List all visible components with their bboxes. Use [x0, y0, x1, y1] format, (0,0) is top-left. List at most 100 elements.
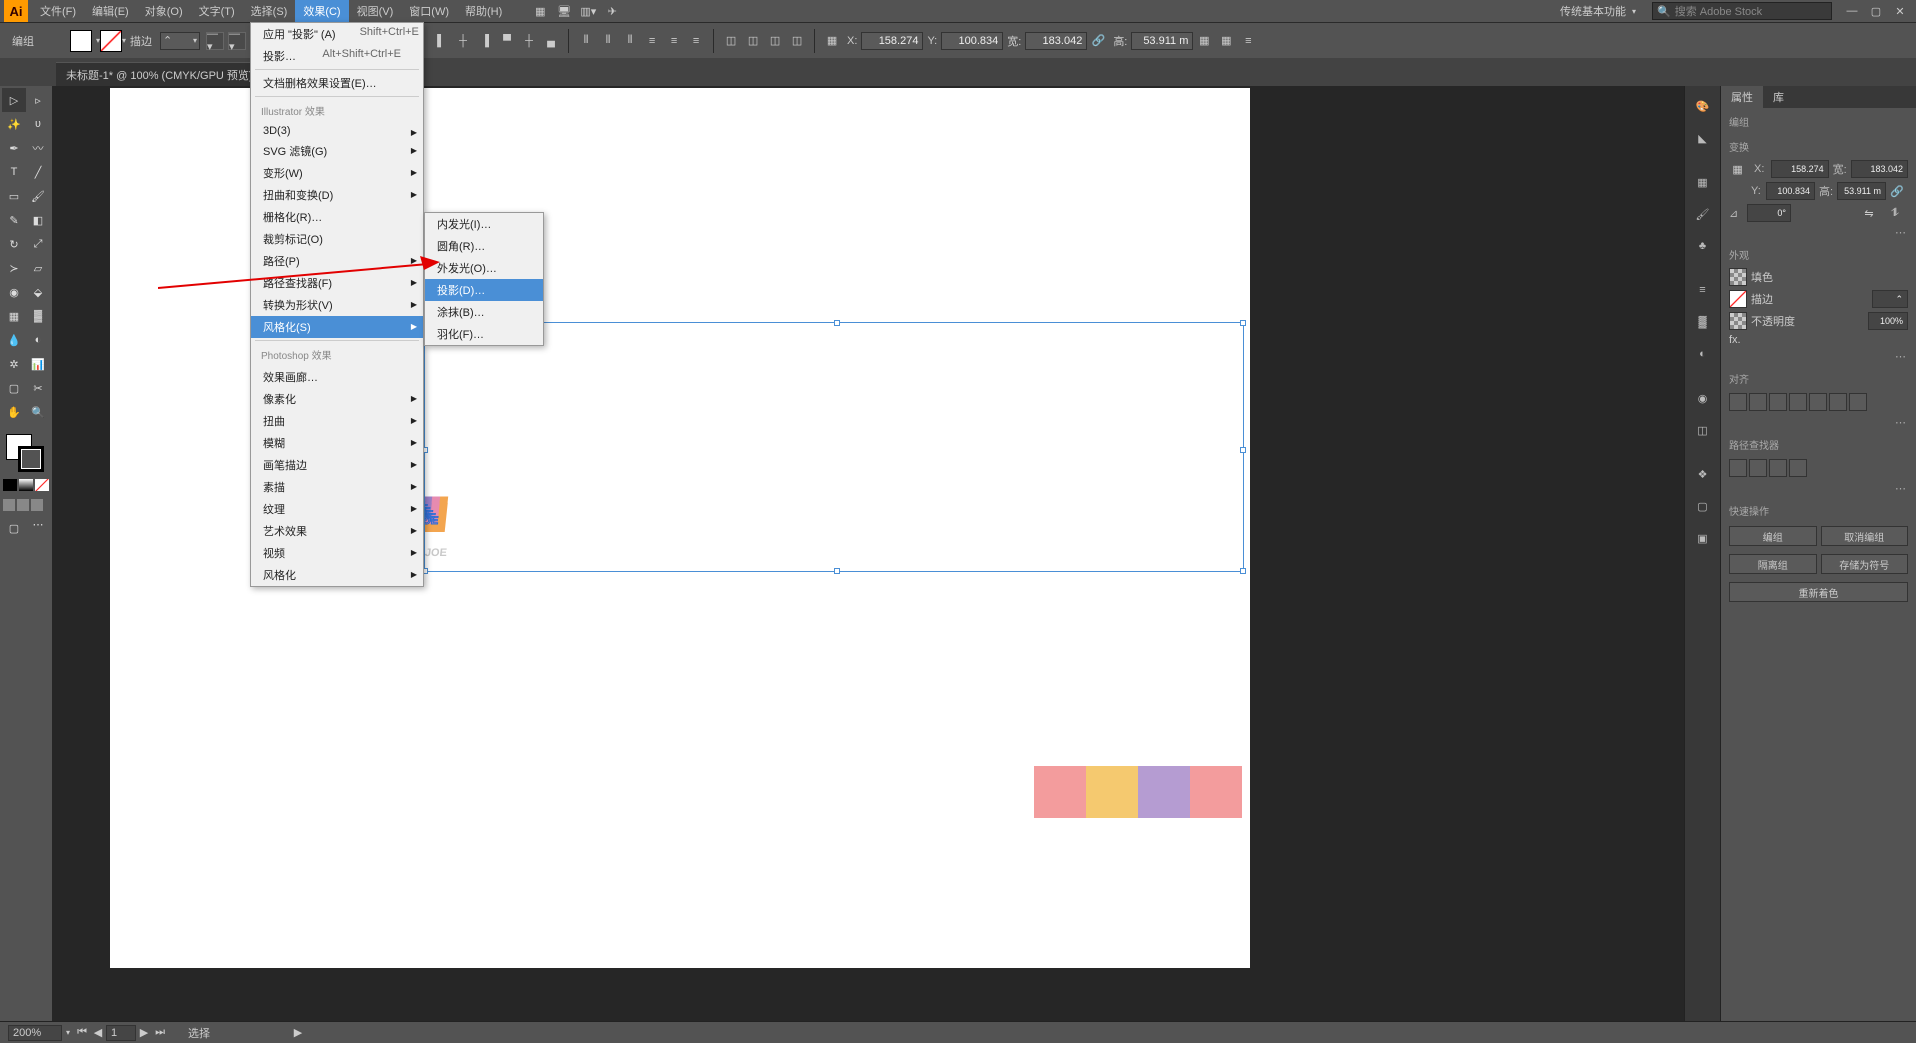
pathfinder-4-icon[interactable]: ◫ — [788, 32, 806, 50]
mi-video[interactable]: 视频▶ — [251, 542, 423, 564]
brushes-panel-icon[interactable]: 🖌 — [1689, 200, 1717, 228]
btn-ungroup[interactable]: 取消编组 — [1821, 526, 1909, 546]
opacity-box[interactable] — [1729, 312, 1747, 330]
distribute-vb-icon[interactable]: ≡ — [687, 32, 705, 50]
mi-crop-marks[interactable]: 裁剪标记(O) — [251, 228, 423, 250]
mi-outer-glow[interactable]: 外发光(O)… — [425, 257, 543, 279]
distribute-hr-icon[interactable]: ⫴ — [621, 32, 639, 50]
stroke-weight-field[interactable]: ⌃▾ — [160, 32, 200, 50]
appearance-more[interactable]: ⋯ — [1721, 348, 1916, 365]
mi-artistic[interactable]: 艺术效果▶ — [251, 520, 423, 542]
prop-h[interactable]: 53.911 m — [1837, 182, 1886, 200]
workspace-selector[interactable]: 传统基本功能▾ — [1552, 3, 1644, 19]
align-vcenter-icon[interactable]: ┼ — [520, 32, 538, 50]
artboard-prev-icon[interactable]: ◀ — [90, 1026, 106, 1039]
artboard-num[interactable]: 1 — [106, 1025, 136, 1041]
type-tool[interactable]: T — [2, 160, 26, 184]
panel-toggle-3[interactable]: ≡ — [1239, 32, 1257, 50]
shaper-tool[interactable]: ✎ — [2, 208, 26, 232]
align-top-icon[interactable]: ▀ — [498, 32, 516, 50]
status-play-icon[interactable]: ▶ — [290, 1026, 306, 1039]
menu-edit[interactable]: 编辑(E) — [84, 0, 137, 22]
btn-recolor[interactable]: 重新着色 — [1729, 582, 1908, 602]
mi-distort2[interactable]: 扭曲▶ — [251, 410, 423, 432]
mi-pathfinder[interactable]: 路径查找器(F)▶ — [251, 272, 423, 294]
mi-scribble[interactable]: 涂抹(B)… — [425, 301, 543, 323]
prop-rotation[interactable]: 0° — [1747, 204, 1791, 222]
x-field[interactable]: 158.274 — [861, 32, 923, 50]
menu-object[interactable]: 对象(O) — [137, 0, 191, 22]
menu-view[interactable]: 视图(V) — [349, 0, 402, 22]
gradient-tool[interactable]: ▓ — [26, 304, 50, 328]
btn-isolate[interactable]: 隔离组 — [1729, 554, 1817, 574]
mi-inner-glow[interactable]: 内发光(I)… — [425, 213, 543, 235]
edit-toolbar-icon[interactable]: ⋯ — [26, 512, 50, 536]
color-panel-icon[interactable]: 🎨 — [1689, 92, 1717, 120]
color-guide-icon[interactable]: ◣ — [1689, 124, 1717, 152]
pathfinder-3-icon[interactable]: ◫ — [766, 32, 784, 50]
mi-feather[interactable]: 羽化(F)… — [425, 323, 543, 345]
eyedropper-tool[interactable]: 💧 — [2, 328, 26, 352]
lasso-tool[interactable]: ʋ — [26, 112, 50, 136]
distribute-h-icon[interactable]: ⫴ — [577, 32, 595, 50]
align-r[interactable] — [1769, 393, 1787, 411]
menu-select[interactable]: 选择(S) — [243, 0, 296, 22]
pathfinder-more[interactable]: ⋯ — [1721, 480, 1916, 497]
align-hc[interactable] — [1749, 393, 1767, 411]
magic-wand-tool[interactable]: ✨ — [2, 112, 26, 136]
mi-stylize[interactable]: 风格化(S)▶ — [251, 316, 423, 338]
mi-distort[interactable]: 扭曲和变换(D)▶ — [251, 184, 423, 206]
menu-window[interactable]: 窗口(W) — [401, 0, 457, 22]
mi-fx-gallery[interactable]: 效果画廊… — [251, 366, 423, 388]
mi-stylize2[interactable]: 风格化▶ — [251, 564, 423, 586]
btn-save-symbol[interactable]: 存储为符号 — [1821, 554, 1909, 574]
artboard-next-icon[interactable]: ▶ — [136, 1026, 152, 1039]
y-field[interactable]: 100.834 — [941, 32, 1003, 50]
artboard-tool[interactable]: ▢ — [2, 376, 26, 400]
color-mode-row[interactable] — [2, 478, 50, 492]
align-t[interactable] — [1789, 393, 1807, 411]
window-minimize[interactable]: — — [1840, 5, 1864, 17]
stock-search[interactable]: 🔍搜索 Adobe Stock — [1652, 2, 1832, 20]
arrange-docs-icon[interactable]: ▦ — [528, 5, 552, 18]
selection-bounding-box[interactable] — [424, 322, 1244, 572]
artboards-panel-icon[interactable]: ▣ — [1689, 524, 1717, 552]
opacity-label-p[interactable]: 不透明度 — [1751, 313, 1795, 329]
paintbrush-tool[interactable]: 🖌 — [26, 184, 50, 208]
align-right-icon[interactable]: ▐ — [476, 32, 494, 50]
w-field[interactable]: 183.042 — [1025, 32, 1087, 50]
ref-point-icon[interactable]: ▦ — [1729, 160, 1746, 178]
draw-mode-icons[interactable] — [2, 498, 50, 512]
tab-properties[interactable]: 属性 — [1721, 86, 1763, 108]
stroke-swatch[interactable] — [100, 30, 122, 52]
prop-x[interactable]: 158.274 — [1771, 160, 1828, 178]
selection-tool[interactable]: ▷ — [2, 88, 26, 112]
distribute-vc-icon[interactable]: ≡ — [665, 32, 683, 50]
mi-rasterize[interactable]: 栅格化(R)… — [251, 206, 423, 228]
asset-export-icon[interactable]: ▢ — [1689, 492, 1717, 520]
stroke-label[interactable]: 描边 — [126, 33, 156, 49]
tab-libraries[interactable]: 库 — [1763, 86, 1794, 108]
hand-tool[interactable]: ✋ — [2, 400, 26, 424]
curvature-tool[interactable]: 〰 — [26, 136, 50, 160]
blend-tool[interactable]: ◐ — [26, 328, 50, 352]
artboard-last-icon[interactable]: ⏭ — [152, 1026, 168, 1039]
graphic-styles-icon[interactable]: ◫ — [1689, 416, 1717, 444]
free-transform-tool[interactable]: ▱ — [26, 256, 50, 280]
column-graph-tool[interactable]: 📊 — [26, 352, 50, 376]
mi-pixelate[interactable]: 像素化▶ — [251, 388, 423, 410]
h-field[interactable]: 53.911 m — [1131, 32, 1193, 50]
gradient-panel-icon[interactable]: ▓ — [1689, 308, 1717, 336]
mi-blur[interactable]: 模糊▶ — [251, 432, 423, 454]
mi-path[interactable]: 路径(P)▶ — [251, 250, 423, 272]
fill-stroke-control[interactable] — [2, 430, 50, 478]
align-b[interactable] — [1829, 393, 1847, 411]
align-vc[interactable] — [1809, 393, 1827, 411]
scale-tool[interactable]: ⤢ — [26, 232, 50, 256]
panel-toggle-2[interactable]: ▦ — [1217, 32, 1235, 50]
pen-tool[interactable]: ✒ — [2, 136, 26, 160]
cloud-icon[interactable]: ✈ — [600, 5, 624, 18]
mi-convert-shape[interactable]: 转换为形状(V)▶ — [251, 294, 423, 316]
transform-ref-icon[interactable]: ▦ — [823, 32, 841, 50]
pathfinder-2-icon[interactable]: ◫ — [744, 32, 762, 50]
